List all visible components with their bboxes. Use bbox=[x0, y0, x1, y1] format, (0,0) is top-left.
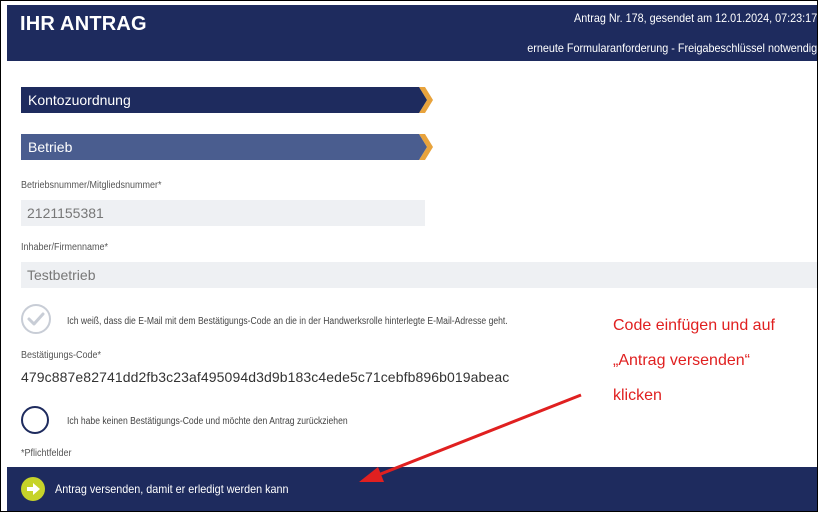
annotation-arrow bbox=[359, 393, 582, 482]
antrag-form-screenshot: IHR ANTRAG Antrag Nr. 178, gesendet am 1… bbox=[0, 0, 818, 512]
